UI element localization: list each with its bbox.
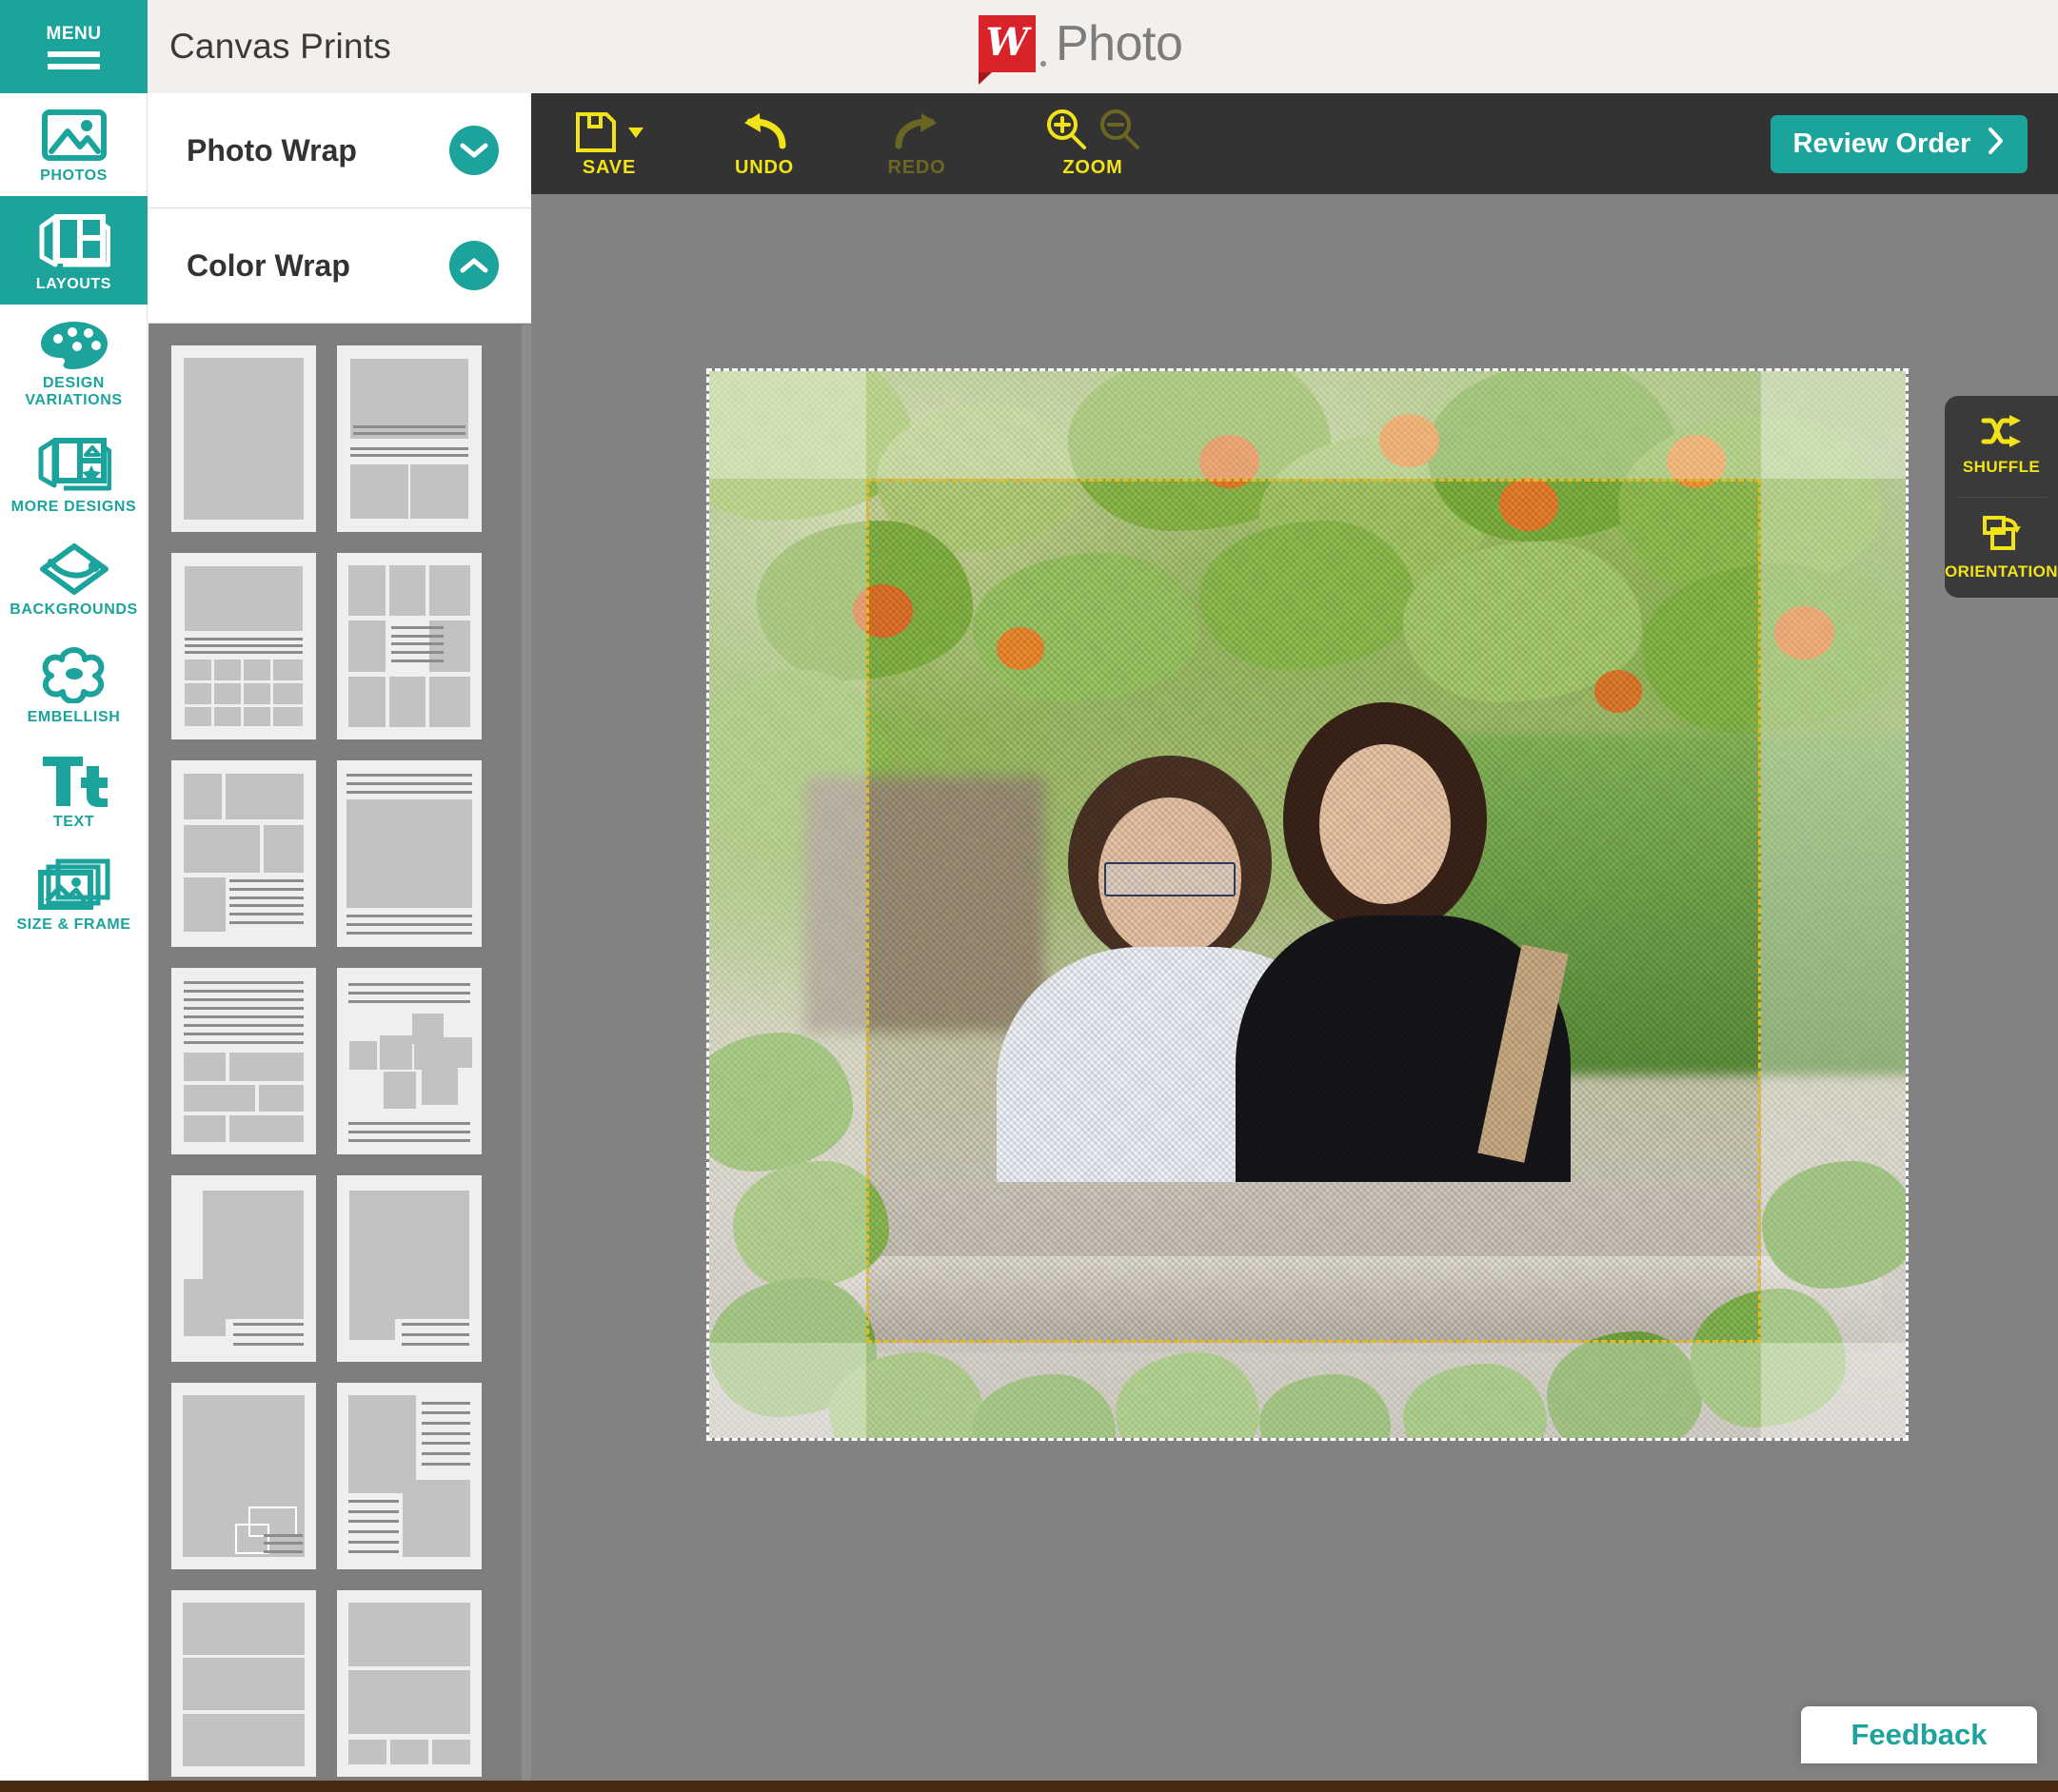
- sidebar-item-label: BACKGROUNDS: [10, 601, 138, 618]
- orientation-icon: [1981, 514, 2023, 557]
- accordion-label: Photo Wrap: [187, 132, 357, 167]
- undo-label: UNDO: [734, 156, 795, 178]
- shuffle-button[interactable]: SHUFFLE: [1945, 396, 2058, 497]
- accordion-photo-wrap[interactable]: Photo Wrap: [148, 93, 531, 208]
- panel-scrollbar[interactable]: [522, 325, 531, 1781]
- app-root: MENU Canvas Prints W Photo PHOTOS LAYOUT…: [0, 0, 2058, 1792]
- chevron-down-icon[interactable]: [449, 126, 499, 175]
- layout-thumbnail[interactable]: [171, 968, 316, 1154]
- brand-word: Photo: [1056, 16, 1183, 71]
- layout-thumbnail[interactable]: [337, 345, 482, 532]
- backgrounds-icon: [39, 542, 109, 596]
- canvas-stage[interactable]: SHUFFLE ORIENTATION Feedback: [531, 194, 2058, 1781]
- left-tool-rail: PHOTOS LAYOUTS DESIGN VARIATIONS MORE DE…: [0, 93, 148, 1781]
- zoom-controls[interactable]: ZOOM: [998, 93, 1188, 194]
- redo-arrow-icon: [891, 109, 942, 155]
- flower-icon: [40, 644, 109, 704]
- floppy-disk-icon: [574, 109, 644, 155]
- layout-thumbnail[interactable]: [337, 1590, 482, 1777]
- save-button[interactable]: SAVE: [543, 93, 676, 194]
- sidebar-item-label: SIZE & FRAME: [16, 916, 131, 934]
- layout-thumbnail[interactable]: [337, 553, 482, 739]
- page-title: Canvas Prints: [169, 27, 391, 66]
- menu-button[interactable]: MENU: [0, 0, 148, 93]
- walgreens-w-glyph: W: [985, 19, 1029, 65]
- sidebar-item-text[interactable]: TEXT: [0, 738, 148, 842]
- menu-label: MENU: [46, 23, 102, 44]
- layouts-panel: Photo Wrap Color Wrap: [148, 93, 531, 1781]
- layout-thumbnail[interactable]: [171, 760, 316, 947]
- sidebar-item-label: EMBELLISH: [27, 709, 121, 726]
- editor-area: SAVE UNDO REDO ZOOM Review Order SHUFFLE…: [531, 93, 2058, 1781]
- undo-arrow-icon: [739, 109, 790, 155]
- window-bottom-edge: [0, 1781, 2058, 1792]
- canvas-artboard[interactable]: [706, 368, 1909, 1441]
- layout-thumbnail[interactable]: [171, 1383, 316, 1569]
- sidebar-item-design-variations[interactable]: DESIGN VARIATIONS: [0, 305, 148, 421]
- sidebar-item-embellish[interactable]: EMBELLISH: [0, 629, 148, 738]
- undo-button[interactable]: UNDO: [693, 93, 836, 194]
- hamburger-icon: [48, 50, 100, 69]
- sidebar-item-label: LAYOUTS: [35, 275, 112, 292]
- review-order-button[interactable]: Review Order: [1771, 115, 2028, 173]
- shuffle-icon: [1981, 415, 2023, 452]
- layout-thumbnail-list[interactable]: [148, 325, 531, 1781]
- text-icon: [39, 753, 109, 808]
- layout-thumbnail[interactable]: [337, 968, 482, 1154]
- sidebar-item-label: TEXT: [52, 814, 95, 831]
- magnifier-minus-icon[interactable]: [1098, 108, 1141, 156]
- redo-button[interactable]: REDO: [845, 93, 988, 194]
- canvas-dock: SHUFFLE ORIENTATION: [1945, 396, 2058, 598]
- photo-icon: [41, 108, 108, 162]
- editor-toolbar: SAVE UNDO REDO ZOOM Review Order: [531, 93, 2058, 194]
- layout-thumbnail[interactable]: [171, 1590, 316, 1777]
- sidebar-item-more-designs[interactable]: MORE DESIGNS: [0, 421, 148, 527]
- redo-label: REDO: [887, 156, 946, 178]
- sidebar-item-size-and-frame[interactable]: SIZE & FRAME: [0, 842, 148, 945]
- accordion-label: Color Wrap: [187, 247, 350, 283]
- layout-thumbnail[interactable]: [171, 345, 316, 532]
- caret-down-icon: [628, 127, 643, 138]
- feedback-label: Feedback: [1850, 1718, 1988, 1751]
- layout-thumbnail[interactable]: [171, 553, 316, 739]
- more-designs-icon: [37, 436, 111, 493]
- chevron-up-icon[interactable]: [449, 241, 499, 290]
- sidebar-item-photos[interactable]: PHOTOS: [0, 93, 148, 196]
- feedback-button[interactable]: Feedback: [1801, 1706, 2037, 1763]
- canvas-photo[interactable]: [709, 371, 1906, 1438]
- walgreens-w-icon: W: [979, 15, 1036, 85]
- layout-thumbnail[interactable]: [337, 1175, 482, 1362]
- orientation-label: ORIENTATION: [1945, 561, 2058, 581]
- walgreens-photo-logo: W Photo: [979, 15, 1183, 85]
- accordion-color-wrap[interactable]: Color Wrap: [148, 208, 531, 324]
- palette-icon: [39, 320, 109, 369]
- magnifier-plus-icon[interactable]: [1044, 108, 1088, 156]
- logo-dot: [1040, 61, 1046, 67]
- sidebar-item-label: DESIGN VARIATIONS: [25, 374, 123, 408]
- layout-thumbnail[interactable]: [171, 1175, 316, 1362]
- zoom-label: ZOOM: [1062, 156, 1123, 178]
- sidebar-item-layouts[interactable]: LAYOUTS: [0, 195, 148, 305]
- layouts-icon: [38, 211, 110, 270]
- shuffle-label: SHUFFLE: [1962, 458, 2041, 477]
- orientation-button[interactable]: ORIENTATION: [1945, 498, 2058, 599]
- layout-thumbnail[interactable]: [337, 760, 482, 947]
- review-order-label: Review Order: [1792, 128, 1971, 159]
- sidebar-item-label: MORE DESIGNS: [10, 498, 137, 515]
- size-and-frame-icon: [37, 857, 111, 911]
- chevron-right-icon: [1988, 127, 2005, 163]
- top-header-bar: MENU Canvas Prints W Photo: [0, 0, 2058, 93]
- save-label: SAVE: [582, 156, 637, 178]
- sidebar-item-backgrounds[interactable]: BACKGROUNDS: [0, 527, 148, 630]
- sidebar-item-label: PHOTOS: [40, 167, 108, 184]
- layout-thumbnail[interactable]: [337, 1383, 482, 1569]
